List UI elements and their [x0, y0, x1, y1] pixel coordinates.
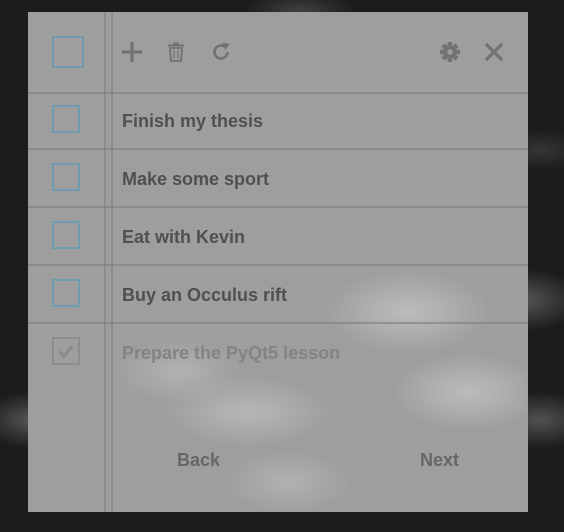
task-label: Finish my thesis — [122, 111, 264, 131]
task-row[interactable]: Finish my thesis — [28, 92, 528, 150]
task-label: Buy an Occulus rift — [122, 285, 288, 305]
todo-panel: Finish my thesis Make some sport Eat wit… — [28, 12, 528, 512]
task-checkbox-checked[interactable] — [52, 337, 80, 365]
task-checkbox[interactable] — [52, 279, 80, 307]
close-icon[interactable] — [481, 39, 507, 65]
select-all-checkbox[interactable] — [52, 36, 84, 68]
add-icon[interactable] — [119, 39, 145, 65]
trash-icon[interactable] — [163, 39, 189, 65]
task-label: Eat with Kevin — [122, 227, 246, 247]
task-label: Make some sport — [122, 169, 270, 189]
task-row[interactable]: Make some sport — [28, 150, 528, 208]
toolbar — [28, 12, 528, 94]
task-checkbox[interactable] — [52, 221, 80, 249]
task-row[interactable]: Buy an Occulus rift — [28, 266, 528, 324]
next-button[interactable]: Next — [420, 450, 459, 471]
task-checkbox[interactable] — [52, 163, 80, 191]
back-button[interactable]: Back — [177, 450, 220, 471]
checkmark-icon — [58, 345, 74, 359]
task-row[interactable]: Eat with Kevin — [28, 208, 528, 266]
task-label: Prepare the PyQt5 lesson — [122, 343, 341, 363]
refresh-icon[interactable] — [208, 39, 234, 65]
task-checkbox[interactable] — [52, 105, 80, 133]
gear-icon[interactable] — [437, 39, 463, 65]
task-row[interactable]: Prepare the PyQt5 lesson — [28, 324, 528, 382]
